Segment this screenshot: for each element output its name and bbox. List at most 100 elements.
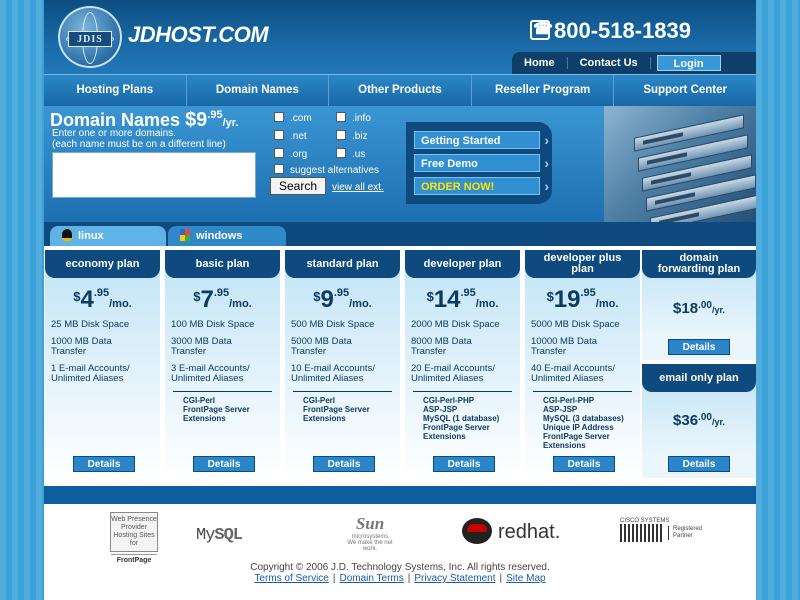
frontpage-mid: Hosting Sites for	[113, 532, 155, 547]
extra-item: MySQL (3 databases)	[543, 414, 624, 423]
nav-domain-names[interactable]: Domain Names	[187, 75, 330, 106]
nav-support-center[interactable]: Support Center	[614, 75, 756, 106]
details-button[interactable]: Details	[313, 456, 375, 472]
plan-developer-plus: developer plus plan $19.95/mo. 5000 MB Di…	[524, 250, 640, 478]
details-button[interactable]: Details	[553, 456, 615, 472]
price-amount: 19	[553, 286, 581, 313]
extra-item: FrontPage Server	[303, 405, 370, 414]
tld-net[interactable]: .net	[274, 130, 307, 142]
details-button[interactable]: Details	[668, 456, 730, 472]
brand-name[interactable]: JDHOST.COM	[128, 22, 269, 48]
domain-names-input[interactable]	[52, 152, 256, 198]
suggest-alternatives[interactable]: suggest alternatives	[274, 164, 379, 176]
tld-biz[interactable]: .biz	[336, 130, 368, 142]
price-cents: .95	[460, 287, 476, 299]
plan-extras: CGI-Perl FrontPage Server Extensions	[293, 391, 392, 423]
price-amount: 9	[320, 286, 334, 313]
nav-hosting-plans[interactable]: Hosting Plans	[44, 75, 187, 106]
logo-monogram: JDIS	[68, 31, 112, 47]
details-button[interactable]: Details	[668, 339, 730, 355]
extra-item: FrontPage Server	[543, 432, 610, 441]
plan-standard: standard plan $9.95/mo. 500 MB Disk Spac…	[284, 250, 400, 478]
top-links: Home Contact Us Login	[512, 52, 756, 74]
price-cents: .00	[698, 412, 712, 423]
extra-item: FrontPage Server	[183, 405, 250, 414]
tld-us[interactable]: .us	[336, 148, 365, 160]
tld-info-checkbox[interactable]	[336, 112, 346, 122]
details-button[interactable]: Details	[73, 456, 135, 472]
price-dollar: $	[546, 289, 554, 304]
site-map-link[interactable]: Site Map	[506, 573, 545, 584]
globe-logo-icon[interactable]: JDIS	[58, 6, 122, 68]
domain-price-cents: .95	[207, 109, 223, 121]
free-demo-button[interactable]: Free Demo	[414, 154, 549, 172]
search-button[interactable]: Search	[270, 177, 326, 195]
feature-email: 10 E-mail Accounts/Unlimited Aliases	[291, 364, 400, 384]
feature-transfer: 1000 MB Data Transfer	[51, 337, 160, 357]
view-all-extensions-link[interactable]: view all ext.	[332, 182, 384, 193]
tld-com-checkbox[interactable]	[274, 112, 284, 122]
getting-started-button[interactable]: Getting Started	[414, 131, 549, 149]
price-amount: $36	[673, 412, 699, 429]
suggest-alternatives-checkbox[interactable]	[274, 164, 284, 174]
tld-net-checkbox[interactable]	[274, 130, 284, 140]
plan-price: $36.00/yr.	[642, 412, 756, 430]
feature-disk: 25 MB Disk Space	[51, 319, 130, 330]
domain-title-text: Domain Names	[50, 110, 181, 130]
login-button[interactable]: Login	[656, 55, 721, 71]
feature-transfer-2: Transfer	[171, 346, 207, 357]
tld-org[interactable]: .org	[274, 148, 307, 160]
os-tab-strip: linux windows	[44, 222, 756, 246]
partner-logos: Web Presence Provider Hosting Sites for …	[44, 508, 756, 564]
home-link[interactable]: Home	[512, 57, 568, 69]
tld-us-checkbox[interactable]	[336, 148, 346, 158]
terms-of-service-link[interactable]: Terms of Service	[254, 573, 328, 584]
header: JDIS JDHOST.COM 800-518-1839 Home Contac…	[44, 0, 756, 74]
details-button[interactable]: Details	[433, 456, 495, 472]
order-now-button[interactable]: ORDER NOW!	[414, 177, 549, 195]
extra-item: Extensions	[423, 432, 466, 441]
plan-price: $7.95/mo.	[165, 286, 280, 314]
mysql-my: My	[196, 526, 215, 545]
domain-terms-link[interactable]: Domain Terms	[339, 573, 403, 584]
plan-title-line-2: plan	[571, 263, 594, 275]
windows-logo-icon	[180, 229, 190, 241]
server-rack-image	[604, 106, 756, 222]
plan-price: $14.95/mo.	[405, 286, 520, 314]
separator: |	[332, 573, 336, 584]
privacy-statement-link[interactable]: Privacy Statement	[414, 573, 495, 584]
tld-biz-checkbox[interactable]	[336, 130, 346, 140]
tab-windows[interactable]: windows	[168, 226, 286, 246]
feature-disk: 500 MB Disk Space	[291, 319, 375, 330]
feature-email-2: Unlimited Aliases	[531, 373, 604, 384]
plan-features: 100 MB Disk Space 3000 MB Data Transfer 3…	[171, 320, 280, 384]
extra-item: Extensions	[303, 414, 346, 423]
feature-transfer-2: Transfer	[531, 346, 567, 357]
redhat-shadowman-icon	[462, 518, 492, 544]
feature-transfer: 3000 MB Data Transfer	[171, 337, 280, 357]
feature-email-2: Unlimited Aliases	[51, 373, 124, 384]
price-per: /mo.	[475, 298, 499, 310]
page: JDIS JDHOST.COM 800-518-1839 Home Contac…	[44, 0, 756, 600]
nav-reseller-program[interactable]: Reseller Program	[472, 75, 615, 106]
plan-title: developer plus plan	[525, 250, 640, 278]
domain-help-text: Enter one or more domains. (each name mu…	[52, 128, 282, 150]
mysql-sql: SQL	[214, 526, 243, 545]
plan-title: email only plan	[642, 364, 756, 392]
tab-linux[interactable]: linux	[50, 226, 166, 246]
feature-transfer: 8000 MB Data Transfer	[411, 337, 520, 357]
plan-domain-forwarding: domain forwarding plan $18.00/yr. Details	[642, 250, 756, 360]
extra-item: Extensions	[543, 441, 586, 450]
tab-linux-label: linux	[78, 230, 104, 242]
tld-org-checkbox[interactable]	[274, 148, 284, 158]
feature-transfer-2: Transfer	[291, 346, 327, 357]
tld-com[interactable]: .com	[274, 112, 312, 124]
plan-price: $18.00/yr.	[642, 300, 756, 318]
details-button[interactable]: Details	[193, 456, 255, 472]
contact-link[interactable]: Contact Us	[568, 57, 651, 69]
plan-features: 500 MB Disk Space 5000 MB Data Transfer 1…	[291, 320, 400, 384]
tld-info[interactable]: .info	[336, 112, 371, 124]
price-cents: .95	[333, 287, 350, 299]
tld-us-label: .us	[352, 149, 366, 160]
nav-other-products[interactable]: Other Products	[329, 75, 472, 106]
